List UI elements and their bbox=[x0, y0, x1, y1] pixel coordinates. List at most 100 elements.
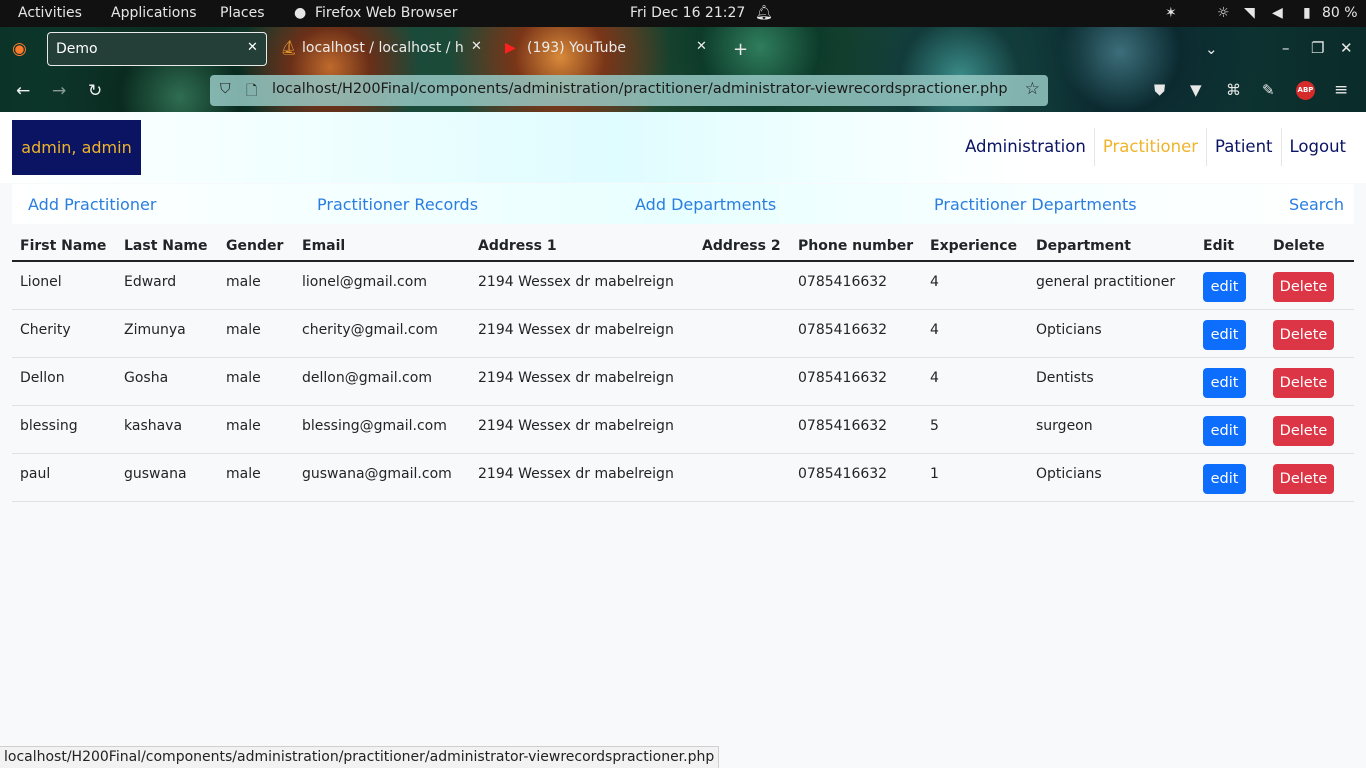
addon-icon[interactable]: ✎ bbox=[1262, 81, 1275, 99]
col-delete: Delete bbox=[1265, 231, 1354, 262]
wifi-icon[interactable]: ◥ bbox=[1244, 5, 1255, 21]
cell-last-name: guswana bbox=[116, 453, 218, 502]
edit-button[interactable]: edit bbox=[1203, 272, 1246, 302]
cell-address-1: 2194 Wessex dr mabelreign bbox=[470, 453, 694, 502]
adblock-plus-icon[interactable]: ABP bbox=[1296, 81, 1315, 100]
applications-menu[interactable]: Applications bbox=[111, 5, 197, 21]
cell-last-name: kashava bbox=[116, 405, 218, 454]
browser-chrome: ◉ Demo ✕ ⛵︎ localhost / localhost / hit … bbox=[0, 27, 1366, 112]
bookmark-star-icon[interactable]: ☆ bbox=[1025, 79, 1040, 99]
cell-department: surgeon bbox=[1028, 405, 1195, 454]
cell-address-1: 2194 Wessex dr mabelreign bbox=[470, 405, 694, 454]
extension-icon[interactable]: ⌘ bbox=[1226, 81, 1241, 99]
tab-youtube[interactable]: ▶ (193) YouTube ✕ bbox=[503, 32, 717, 66]
maximize-icon[interactable]: ❐ bbox=[1311, 39, 1324, 57]
bell-icon[interactable]: 🔔︎ bbox=[755, 5, 773, 21]
site-header: admin, admin Administration Practitioner… bbox=[0, 112, 1366, 183]
volume-icon[interactable]: ◀︎ bbox=[1272, 5, 1283, 21]
url-text[interactable]: localhost/H200Final/components/administr… bbox=[272, 81, 1008, 97]
cell-address-2 bbox=[694, 405, 790, 454]
edit-button[interactable]: edit bbox=[1203, 415, 1246, 446]
close-window-icon[interactable]: ✕ bbox=[1340, 39, 1353, 57]
cell-experience: 4 bbox=[922, 357, 1028, 406]
cell-delete: Delete bbox=[1265, 453, 1354, 502]
activities-button[interactable]: Activities bbox=[18, 5, 82, 21]
edit-button[interactable]: edit bbox=[1203, 319, 1246, 350]
col-experience: Experience bbox=[922, 231, 1028, 262]
delete-button[interactable]: Delete bbox=[1273, 415, 1334, 446]
delete-button[interactable]: Delete bbox=[1273, 272, 1334, 302]
tab-label: localhost / localhost / hit bbox=[302, 40, 465, 56]
cell-phone: 0785416632 bbox=[790, 357, 922, 406]
cell-first-name: Lionel bbox=[12, 261, 116, 310]
status-bar-url: localhost/H200Final/components/administr… bbox=[0, 746, 720, 768]
system-top-bar: Activities Applications Places ● Firefox… bbox=[0, 0, 1366, 27]
close-tab-icon[interactable]: ✕ bbox=[471, 39, 482, 54]
accessibility-icon[interactable]: ✶ bbox=[1165, 5, 1177, 21]
forward-icon[interactable]: → bbox=[52, 81, 66, 101]
col-gender: Gender bbox=[218, 231, 294, 262]
page-info-icon[interactable]: 🗋︎ bbox=[246, 80, 257, 104]
cell-gender: male bbox=[218, 261, 294, 310]
clock[interactable]: Fri Dec 16 21:27 bbox=[630, 5, 745, 21]
web-page: admin, admin Administration Practitioner… bbox=[0, 112, 1366, 768]
cell-department: Opticians bbox=[1028, 453, 1195, 502]
places-menu[interactable]: Places bbox=[220, 5, 265, 21]
col-first-name: First Name bbox=[12, 231, 116, 262]
cell-department: Opticians bbox=[1028, 309, 1195, 358]
table-header-row: First Name Last Name Gender Email Addres… bbox=[12, 231, 1354, 262]
tab-phpmyadmin[interactable]: ⛵︎ localhost / localhost / hit ✕ bbox=[278, 32, 492, 66]
main-nav: Administration Practitioner Patient Logo… bbox=[957, 128, 1354, 166]
delete-button[interactable]: Delete bbox=[1273, 463, 1334, 494]
close-tab-icon[interactable]: ✕ bbox=[247, 40, 258, 55]
firefox-icon[interactable]: ◉ bbox=[12, 39, 27, 59]
url-bar[interactable]: ⛉ 🗋︎ localhost/H200Final/components/admi… bbox=[210, 75, 1048, 106]
reload-icon[interactable]: ↻ bbox=[88, 81, 102, 101]
list-tabs-icon[interactable]: ⌄ bbox=[1205, 40, 1218, 58]
minimize-icon[interactable]: – bbox=[1282, 39, 1290, 57]
col-address-2: Address 2 bbox=[694, 231, 790, 262]
cell-first-name: Dellon bbox=[12, 357, 116, 406]
tab-demo[interactable]: Demo ✕ bbox=[47, 32, 267, 66]
nav-logout[interactable]: Logout bbox=[1280, 128, 1355, 166]
edit-button[interactable]: edit bbox=[1203, 367, 1246, 398]
subnav-practitioner-departments[interactable]: Practitioner Departments bbox=[934, 195, 1137, 214]
app-menu[interactable]: Firefox Web Browser bbox=[315, 5, 458, 21]
cell-edit: edit bbox=[1195, 453, 1265, 502]
col-email: Email bbox=[294, 231, 470, 262]
subnav-add-departments[interactable]: Add Departments bbox=[635, 195, 776, 214]
cell-email: blessing@gmail.com bbox=[294, 405, 470, 454]
cell-phone: 0785416632 bbox=[790, 309, 922, 358]
cell-address-2 bbox=[694, 453, 790, 502]
cell-delete: Delete bbox=[1265, 357, 1354, 406]
nav-practitioner[interactable]: Practitioner bbox=[1093, 128, 1206, 166]
user-brand[interactable]: admin, admin bbox=[12, 120, 141, 175]
close-tab-icon[interactable]: ✕ bbox=[696, 39, 707, 54]
subnav-search[interactable]: Search bbox=[1289, 195, 1344, 214]
practitioner-records-table: First Name Last Name Gender Email Addres… bbox=[12, 231, 1354, 502]
battery-icon[interactable]: ▮ bbox=[1303, 5, 1311, 21]
shield-icon[interactable]: ⛉ bbox=[220, 81, 231, 97]
cell-email: cherity@gmail.com bbox=[294, 309, 470, 358]
col-phone: Phone number bbox=[790, 231, 922, 262]
menu-icon[interactable]: ≡ bbox=[1334, 80, 1348, 100]
cell-address-1: 2194 Wessex dr mabelreign bbox=[470, 357, 694, 406]
nav-patient[interactable]: Patient bbox=[1206, 128, 1280, 166]
subnav-practitioner-records[interactable]: Practitioner Records bbox=[317, 195, 478, 214]
delete-button[interactable]: Delete bbox=[1273, 367, 1334, 398]
col-address-1: Address 1 bbox=[470, 231, 694, 262]
youtube-icon: ▶ bbox=[505, 40, 516, 56]
new-tab-icon[interactable]: + bbox=[733, 39, 748, 60]
brightness-icon[interactable]: ☼ bbox=[1217, 5, 1230, 21]
cell-email: dellon@gmail.com bbox=[294, 357, 470, 406]
subnav-add-practitioner[interactable]: Add Practitioner bbox=[28, 195, 156, 214]
edit-button[interactable]: edit bbox=[1203, 463, 1246, 494]
table-row: Lionel Edward male lionel@gmail.com 2194… bbox=[12, 261, 1354, 310]
cell-edit: edit bbox=[1195, 357, 1265, 406]
vpn-extension-icon[interactable]: ▼ bbox=[1190, 81, 1202, 99]
back-icon[interactable]: ← bbox=[16, 81, 30, 101]
table-row: blessing kashava male blessing@gmail.com… bbox=[12, 405, 1354, 454]
delete-button[interactable]: Delete bbox=[1273, 319, 1334, 350]
pocket-icon[interactable]: ⛊ bbox=[1154, 81, 1165, 99]
nav-administration[interactable]: Administration bbox=[957, 128, 1094, 166]
